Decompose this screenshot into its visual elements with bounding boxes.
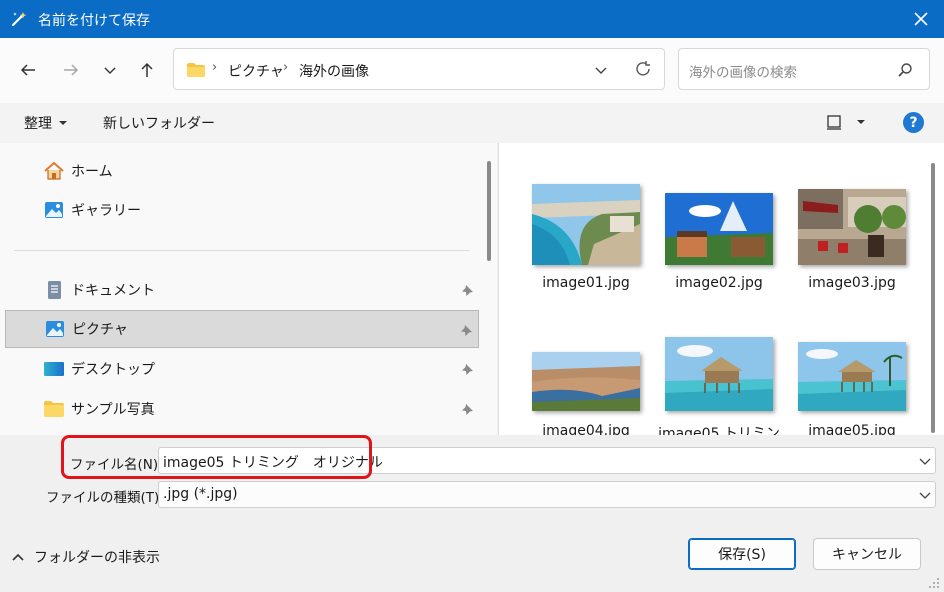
chevron-down-icon <box>919 492 931 499</box>
title-bar: 名前を付けて保存 <box>0 0 944 38</box>
view-icon <box>827 115 841 130</box>
photo-overwater-bungalow-icon <box>798 342 906 411</box>
content-scrollbar[interactable] <box>931 163 935 433</box>
search-input[interactable]: 海外の画像の検索 <box>689 61 797 81</box>
pin-icon <box>461 325 472 336</box>
caret-down-icon <box>59 121 67 125</box>
hide-folders-button[interactable]: フォルダーの非表示 <box>12 547 160 567</box>
save-fields: ファイル名(N): image05 トリミング オリジナル ファイルの種類(T)… <box>0 435 944 517</box>
photo-overwater-bungalow-icon <box>665 337 773 411</box>
app-icon <box>11 12 27 27</box>
new-folder-button[interactable]: 新しいフォルダー <box>93 103 215 143</box>
chevron-up-icon <box>12 553 24 561</box>
home-icon <box>44 161 64 180</box>
sidebar-item-label: ピクチャ <box>72 322 128 338</box>
folder-icon <box>44 401 64 417</box>
sidebar-item-label: サンプル写真 <box>71 402 155 418</box>
arrow-up-icon <box>141 62 153 77</box>
breadcrumb-separator: › <box>283 60 289 75</box>
thumbnail-image05-trimmed[interactable] <box>665 337 773 411</box>
document-icon <box>48 281 61 299</box>
file-name[interactable]: image02.jpg <box>654 275 784 291</box>
window-title: 名前を付けて保存 <box>38 13 150 29</box>
view-options-button[interactable] <box>826 114 866 130</box>
photo-town-panorama-icon <box>532 352 640 411</box>
close-button[interactable] <box>904 4 938 34</box>
recent-locations-button[interactable] <box>95 55 125 85</box>
search-box[interactable]: 海外の画像の検索 <box>678 48 930 90</box>
search-icon[interactable] <box>897 62 913 78</box>
sidebar-item-label: ギャラリー <box>71 203 141 219</box>
highlight-annotation <box>61 435 372 479</box>
sidebar-item-label: デスクトップ <box>71 362 155 378</box>
photo-cafe-icon <box>798 189 906 265</box>
close-icon <box>914 12 928 26</box>
up-button[interactable] <box>132 55 162 85</box>
forward-button[interactable] <box>56 55 86 85</box>
breadcrumb-separator: › <box>212 60 218 75</box>
sidebar-item-documents[interactable]: ドキュメント <box>5 271 479 309</box>
organize-label: 整理 <box>24 116 52 132</box>
filetype-select[interactable]: .jpg (*.jpg) <box>158 481 936 508</box>
divider <box>14 250 469 251</box>
nav-scrollbar[interactable] <box>487 161 491 261</box>
pin-icon <box>462 404 473 415</box>
sidebar-item-pictures[interactable]: ピクチャ <box>5 310 479 348</box>
organize-button[interactable]: 整理 <box>14 103 68 143</box>
thumbnail-image02[interactable] <box>665 193 773 265</box>
folder-icon <box>187 63 205 77</box>
sidebar-item-label: ホーム <box>71 164 113 180</box>
command-bar: 整理 新しいフォルダー ? <box>0 103 944 144</box>
cancel-button[interactable]: キャンセル <box>813 538 921 570</box>
sidebar-item-gallery[interactable]: ギャラリー <box>5 191 479 229</box>
breadcrumb-current-folder[interactable]: 海外の画像 <box>299 61 369 81</box>
dialog-footer: フォルダーの非表示 保存(S) キャンセル <box>0 517 944 592</box>
thumbnail-image03[interactable] <box>798 189 906 265</box>
filetype-label: ファイルの種類(T): <box>46 490 164 506</box>
resize-grip-icon[interactable] <box>928 577 940 589</box>
navigation-pane: ホーム ギャラリー ドキュメント ピクチャ デスクトップ サンプル写真 <box>0 143 497 435</box>
photo-mountain-village-icon <box>665 193 773 265</box>
pin-icon <box>462 364 473 375</box>
thumbnail-image01[interactable] <box>532 184 640 265</box>
caret-down-icon <box>857 120 865 124</box>
pictures-icon <box>46 321 64 337</box>
chevron-down-icon[interactable] <box>919 456 931 466</box>
address-bar[interactable]: › ピクチャ › 海外の画像 <box>173 48 665 90</box>
arrow-right-icon <box>64 64 79 76</box>
chevron-down-icon <box>104 67 116 74</box>
sidebar-item-desktop[interactable]: デスクトップ <box>5 350 479 388</box>
file-name[interactable]: image01.jpg <box>521 275 651 291</box>
gallery-icon <box>45 202 63 218</box>
desktop-icon <box>44 362 64 376</box>
filetype-value: .jpg (*.jpg) <box>163 486 238 502</box>
thumbnail-image05[interactable] <box>798 342 906 411</box>
arrow-left-icon <box>20 64 35 76</box>
new-folder-label: 新しいフォルダー <box>103 116 215 132</box>
file-list: image01.jpg image02.jpg image03.jpg imag… <box>498 143 944 442</box>
refresh-icon[interactable] <box>634 60 652 78</box>
help-icon[interactable]: ? <box>903 112 924 133</box>
sidebar-item-home[interactable]: ホーム <box>5 152 479 190</box>
thumbnail-image04[interactable] <box>532 352 640 411</box>
hide-folders-label: フォルダーの非表示 <box>34 550 160 566</box>
back-button[interactable] <box>13 55 43 85</box>
pin-icon <box>462 285 473 296</box>
breadcrumb-pictures[interactable]: ピクチャ <box>228 61 284 81</box>
sidebar-item-label: ドキュメント <box>71 283 155 299</box>
save-button[interactable]: 保存(S) <box>688 538 796 570</box>
chevron-down-icon[interactable] <box>594 63 608 77</box>
photo-coast-icon <box>532 184 640 265</box>
file-name[interactable]: image03.jpg <box>787 275 917 291</box>
sidebar-item-sample-photos[interactable]: サンプル写真 <box>5 390 479 428</box>
